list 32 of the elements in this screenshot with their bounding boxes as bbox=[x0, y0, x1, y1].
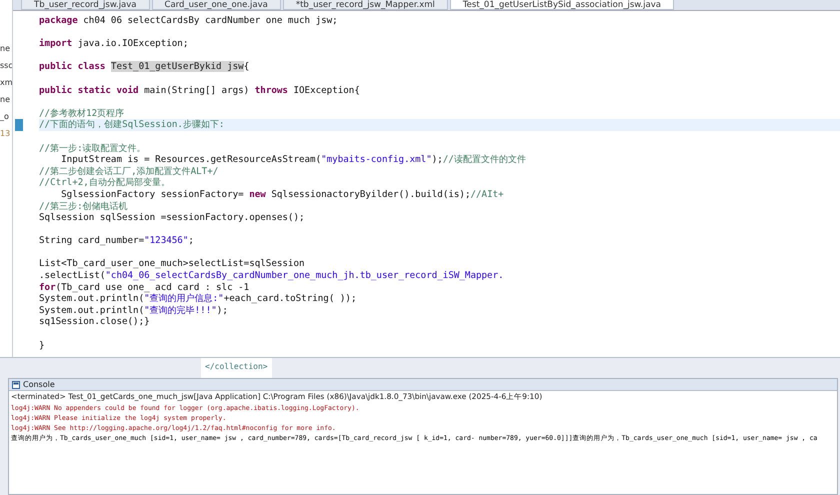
code-line: //参考教材12页程序 bbox=[39, 108, 126, 120]
code-line: .selectList("ch04_06_selectCardsBy_cardNumber_one_much_jh.tb_user_record_iSW_Mapper. bbox=[39, 270, 505, 282]
editor-tab[interactable]: Tb_user_record_jsw.java bbox=[21, 0, 150, 10]
editor-tab[interactable]: Test_01_getUserListBySid_association_jsw.java bbox=[450, 0, 674, 10]
editor-tab[interactable]: *tb_user_record_jsw_Mapper.xml bbox=[282, 0, 448, 10]
code-line: package ch04 06 selectCardsBy cardNumber one much jsw; bbox=[39, 15, 339, 27]
tree-item-fragment: ssc bbox=[0, 61, 12, 70]
code-line: //第三步:创储电话机 bbox=[39, 200, 129, 212]
code-line: Sqlsession sqlSession =sessionFactory.openses(); bbox=[39, 212, 306, 224]
console-icon bbox=[12, 380, 20, 388]
editor-tab[interactable]: Card_user_one_one.java bbox=[152, 0, 281, 10]
code-line: //第二步创建会话工厂,添加配置文件ALT+/ bbox=[39, 166, 220, 178]
code-line: } bbox=[39, 340, 46, 352]
code-line: InputStream is = Resources.getResourceAsStream("mybaits-config.xml");//读配置文件的文件 bbox=[60, 154, 527, 166]
code-line: //Ctrl+2,自动分配局部变量。 bbox=[39, 177, 171, 189]
code-line: //第一步:读取配置文件。 bbox=[39, 142, 147, 154]
code-line: public class Test_01_getUserBykid jsw{ bbox=[39, 61, 250, 73]
console-tab[interactable]: Console bbox=[23, 380, 55, 389]
tree-item-fragment: ne bbox=[0, 95, 11, 104]
code-line: String card_number="123456"; bbox=[39, 235, 195, 247]
code-line: System.out.println("查询的完毕!!!"); bbox=[39, 304, 229, 316]
code-line: for(Tb_card use one_ acd card : slc -1 bbox=[39, 282, 250, 294]
tree-item-fragment: ne bbox=[0, 44, 11, 53]
code-line: List<Tb_card_user_one_much>selectList=sqlSession bbox=[39, 258, 306, 270]
tree-item-fragment: 13 bbox=[0, 129, 12, 138]
code-line: SglsessionFactory sessionFactory= new SqlsessionactoryByilder().build(is);//AIt+ bbox=[60, 188, 505, 200]
code-line: sq1Session.close();} bbox=[39, 316, 151, 328]
code-line: public static void main(String[] args) throws IOException{ bbox=[39, 84, 361, 96]
tree-item-fragment: _o bbox=[0, 112, 10, 121]
code-line: System.out.println("查询的用户信息:"+each_card.toString( )); bbox=[39, 293, 358, 305]
code-line: import java.io.IOException; bbox=[39, 38, 190, 50]
tree-item-fragment: xm bbox=[0, 78, 12, 87]
